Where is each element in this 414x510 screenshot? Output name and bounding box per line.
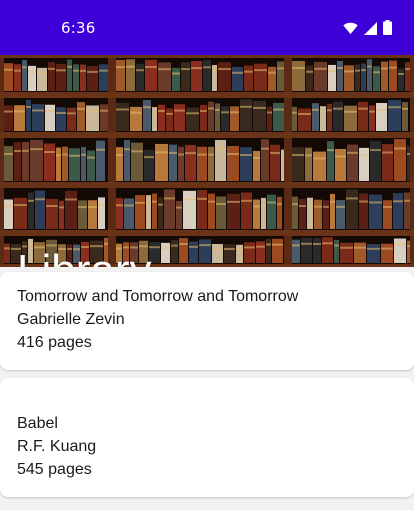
book-card[interactable]: Babel R.F. Kuang 545 pages: [0, 378, 414, 497]
book-author: Gabrielle Zevin: [17, 311, 125, 328]
book-pages: 545 pages: [17, 461, 92, 478]
book-card[interactable]: Tomorrow and Tomorrow and Tomorrow Gabri…: [0, 272, 414, 370]
header-image: Library: [0, 55, 414, 267]
book-title: Babel: [17, 415, 58, 432]
status-bar: 6:36: [0, 0, 414, 55]
status-time: 6:36: [61, 19, 96, 37]
bookshelf-image: [0, 55, 414, 267]
battery-icon: [383, 20, 392, 39]
signal-icon: [364, 20, 377, 39]
book-author: R.F. Kuang: [17, 438, 97, 455]
wifi-icon: [343, 20, 358, 39]
book-pages: 416 pages: [17, 334, 92, 351]
page-title: Library: [17, 243, 152, 267]
status-icons: [343, 20, 392, 39]
book-title: Tomorrow and Tomorrow and Tomorrow: [17, 288, 299, 305]
